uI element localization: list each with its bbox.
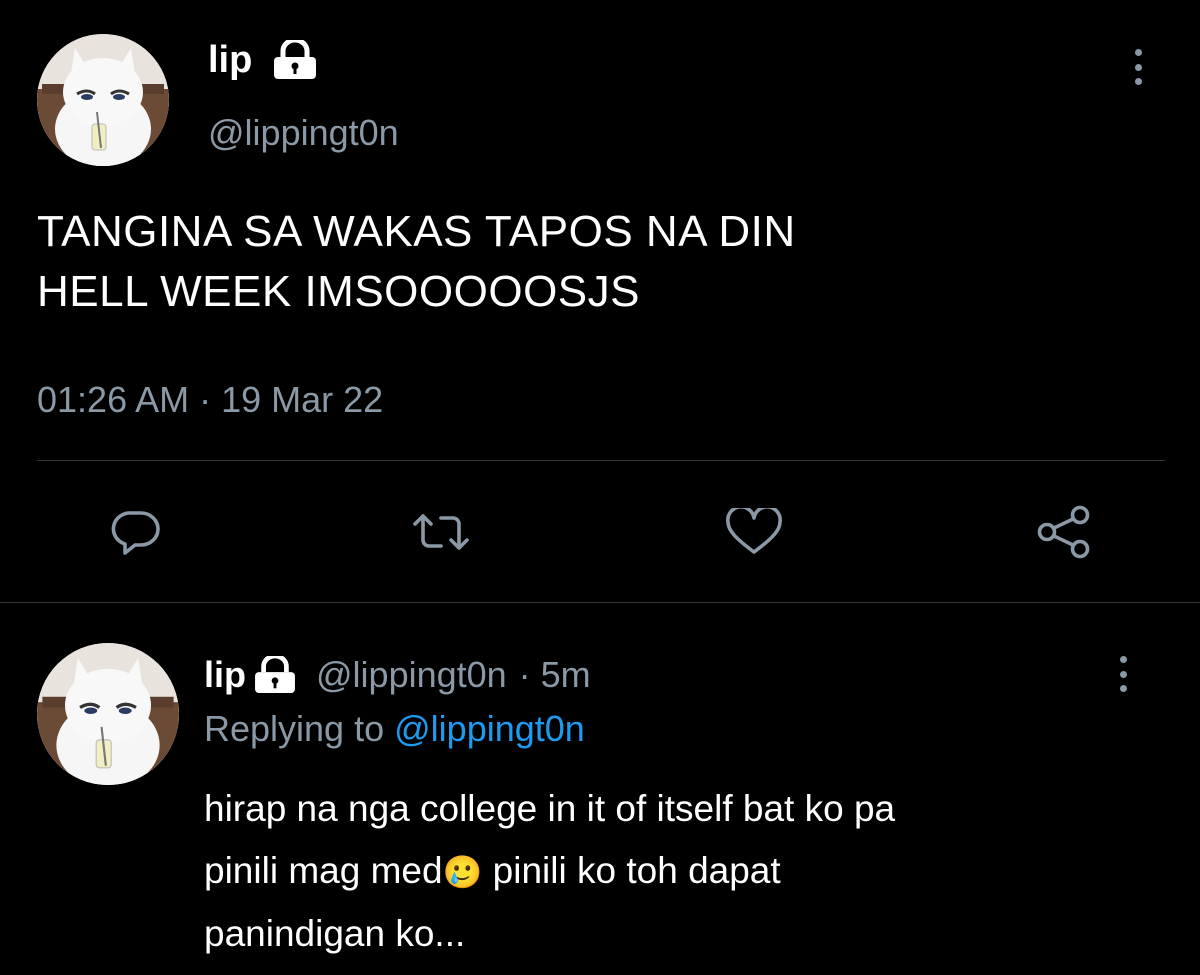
reply-text-line: panindigan ko...	[204, 913, 466, 954]
heart-icon[interactable]	[725, 508, 783, 556]
reply-time[interactable]: · 5m	[519, 652, 591, 698]
reply-icon[interactable]	[108, 508, 164, 556]
replying-to-handle[interactable]: @lippingt0n	[394, 708, 585, 749]
reply-text-line: hirap na nga college in it of itself bat…	[204, 788, 896, 829]
replying-to-label: Replying to	[204, 708, 385, 749]
tweet-text-line: HELL WEEK IMSOOOOOSJS	[37, 267, 640, 316]
reply-text-segment: pinili ko toh dapat	[482, 850, 781, 891]
avatar[interactable]	[37, 34, 169, 166]
handle[interactable]: @lippingt0n	[208, 112, 399, 154]
emoji-smiling-tear: 🥲	[442, 854, 483, 890]
reply-header: lip @lippingt0n · 5m	[204, 652, 591, 698]
reply-text-line: pinili mag med🥲 pinili ko toh dapat	[204, 840, 895, 903]
reply-text-segment: pinili mag med	[204, 850, 443, 891]
tweet-text-line: TANGINA SA WAKAS TAPOS NA DIN	[37, 207, 796, 256]
reply-avatar[interactable]	[37, 643, 179, 785]
tweet-text: TANGINA SA WAKAS TAPOS NA DIN HELL WEEK …	[37, 202, 796, 322]
timestamp[interactable]: 01:26 AM · 19 Mar 22	[37, 379, 383, 421]
avatar-image	[37, 34, 169, 166]
display-name[interactable]: lip	[208, 38, 252, 82]
divider	[37, 460, 1165, 461]
avatar-image	[37, 643, 179, 785]
retweet-icon[interactable]	[411, 510, 471, 554]
reply-display-name[interactable]: lip	[204, 652, 246, 698]
lock-icon	[271, 37, 319, 85]
reply-handle[interactable]: @lippingt0n	[316, 652, 507, 698]
share-icon[interactable]	[1036, 504, 1092, 560]
more-icon[interactable]	[1131, 49, 1145, 85]
section-divider	[0, 602, 1200, 603]
more-icon[interactable]	[1116, 656, 1130, 692]
replying-to: Replying to @lippingt0n	[204, 706, 585, 752]
lock-icon	[252, 656, 298, 694]
reply-text: hirap na nga college in it of itself bat…	[204, 778, 895, 965]
